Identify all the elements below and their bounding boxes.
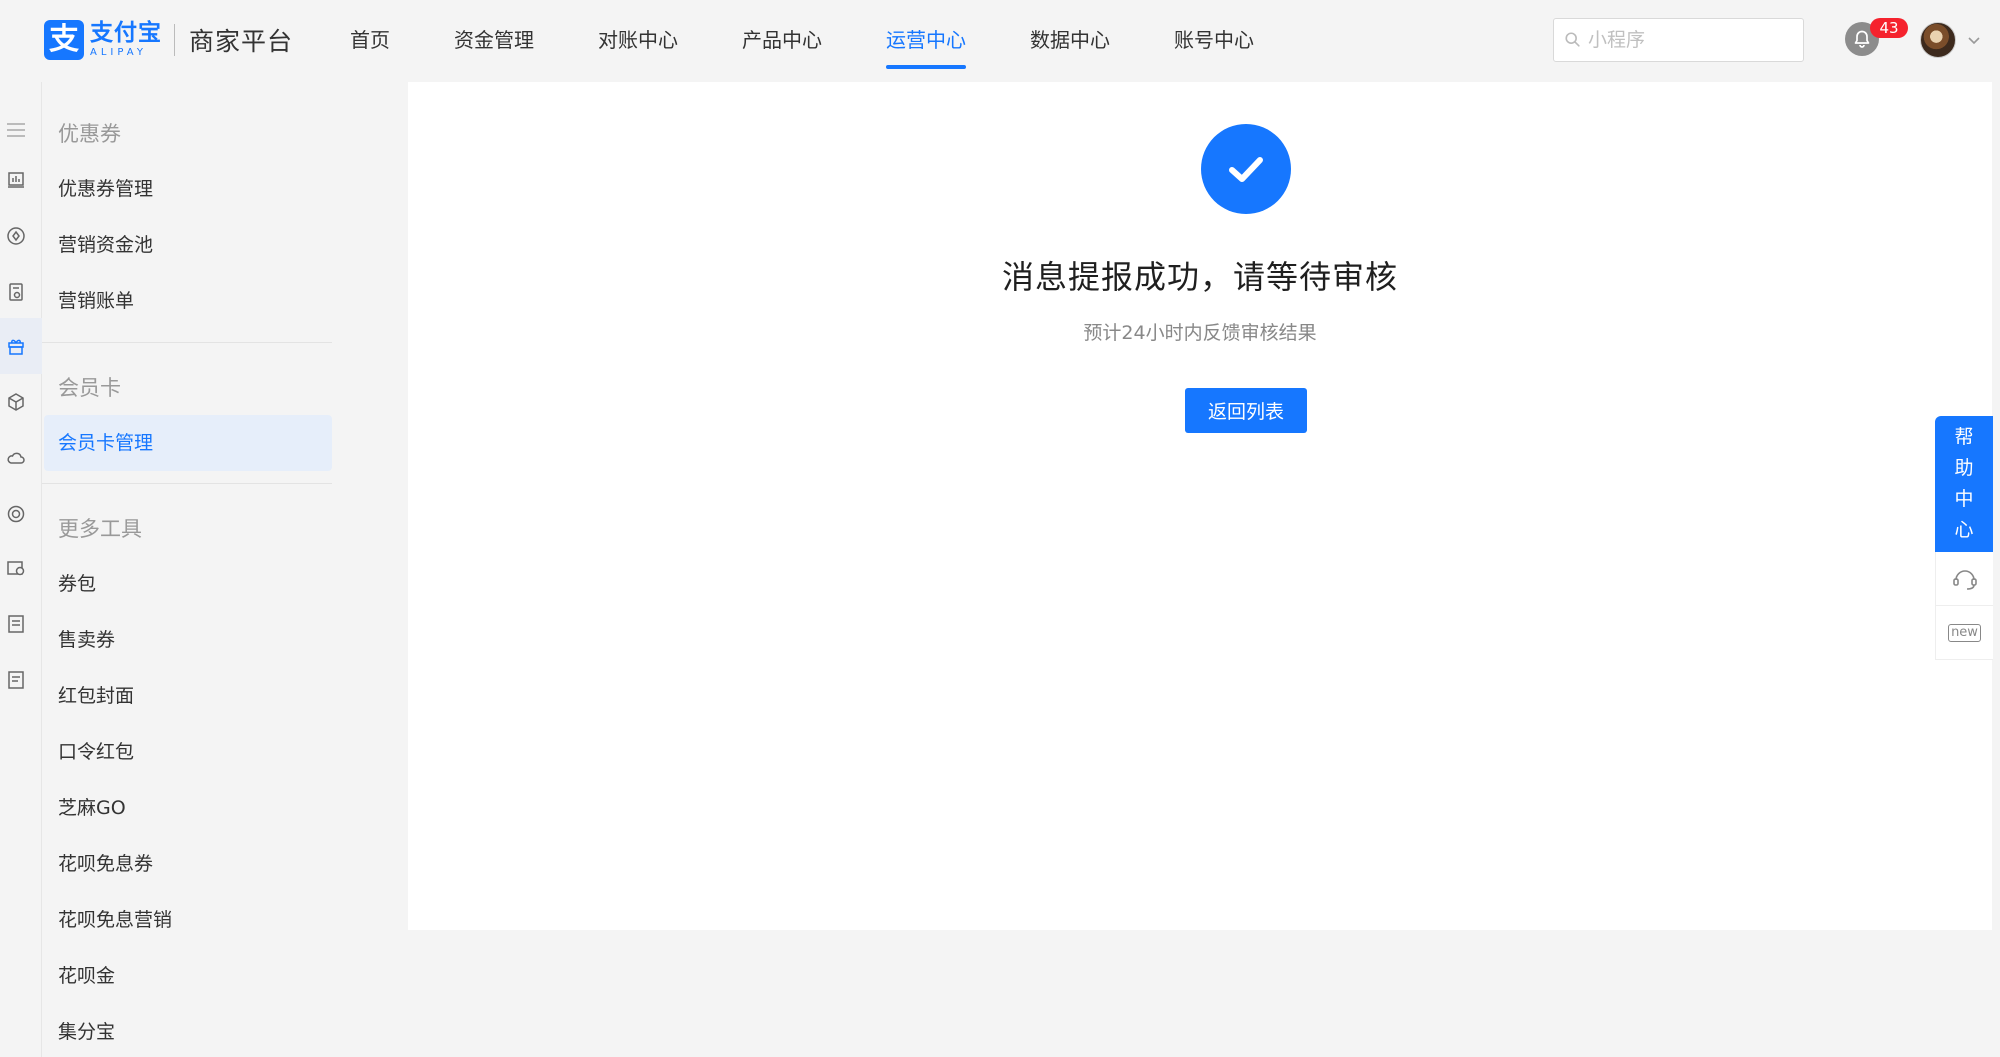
- chevron-down-icon[interactable]: [1966, 32, 1982, 48]
- gift-icon[interactable]: [4, 334, 28, 358]
- help-char: 帮: [1954, 426, 1974, 448]
- target-icon[interactable]: [4, 224, 28, 248]
- list-icon[interactable]: [4, 612, 28, 636]
- search-input[interactable]: [1588, 29, 1788, 51]
- sidebar-item-marketing-fund-pool[interactable]: 营销资金池: [44, 217, 332, 273]
- logo-name-cn: 支付宝: [90, 20, 162, 46]
- help-char: 助: [1954, 457, 1974, 479]
- sidebar-item-sell-coupon[interactable]: 售卖券: [44, 612, 332, 668]
- sidebar-item-coupon-management[interactable]: 优惠券管理: [44, 161, 332, 217]
- cube-icon[interactable]: [4, 390, 28, 414]
- logo-divider: [174, 24, 175, 56]
- nav-tab-operations[interactable]: 运营中心: [886, 0, 966, 82]
- alipay-logo[interactable]: 支 支付宝 ALIPAY 商家平台: [44, 20, 293, 60]
- sidebar-group-title: 更多工具: [58, 517, 142, 541]
- result-subtitle: 预计24小时内反馈审核结果: [1083, 322, 1317, 344]
- sidebar-item-member-card-management[interactable]: 会员卡管理: [44, 415, 332, 471]
- platform-title: 商家平台: [189, 27, 294, 56]
- top-header: 支 支付宝 ALIPAY 商家平台 首页 资金管理 对账中心 产品中心 运营中心 数据中心…: [0, 0, 2000, 82]
- sidebar-item-red-packet-cover[interactable]: 红包封面: [44, 668, 332, 724]
- whats-new-button[interactable]: new: [1935, 606, 1993, 660]
- sidebar-item-coupon-pack[interactable]: 券包: [44, 556, 332, 612]
- nav-tab-fund-management[interactable]: 资金管理: [454, 0, 534, 82]
- alipay-logo-icon: 支: [44, 20, 84, 60]
- sidebar-item-huabei-gold[interactable]: 花呗金: [44, 948, 332, 1004]
- main-content-card: 消息提报成功，请等待审核 预计24小时内反馈审核结果 返回列表: [408, 82, 1992, 930]
- nav-tab-data[interactable]: 数据中心: [1030, 0, 1110, 82]
- result-title: 消息提报成功，请等待审核: [1001, 258, 1398, 296]
- wallet-icon[interactable]: [4, 556, 28, 580]
- logo-wordmark: 支付宝 ALIPAY: [90, 22, 162, 58]
- help-char: 心: [1954, 519, 1974, 541]
- nav-tab-home[interactable]: 首页: [350, 0, 390, 82]
- sidebar-item-password-red-packet[interactable]: 口令红包: [44, 724, 332, 780]
- menu-icon[interactable]: [4, 118, 28, 142]
- success-check-icon: [1201, 124, 1291, 214]
- sidebar-item-marketing-bill[interactable]: 营销账单: [44, 273, 332, 329]
- logo-name-en: ALIPAY: [90, 47, 147, 58]
- notification-badge: 43: [1870, 18, 1908, 38]
- top-navigation: 首页 资金管理 对账中心 产品中心 运营中心 数据中心 账号中心: [350, 0, 1318, 82]
- sidebar-group-title: 会员卡: [58, 376, 121, 400]
- sidebar-item-huabei-interest-free-coupon[interactable]: 花呗免息券: [44, 836, 332, 892]
- headset-icon: [1952, 569, 1977, 590]
- help-center-panel: 帮 助 中 心 new: [1935, 416, 1993, 660]
- search-box[interactable]: [1553, 18, 1804, 62]
- help-char: 中: [1954, 488, 1974, 510]
- customer-service-button[interactable]: [1935, 552, 1993, 606]
- badge-icon[interactable]: [4, 502, 28, 526]
- nav-tab-account[interactable]: 账号中心: [1174, 0, 1254, 82]
- sidebar-item-zhima-go[interactable]: 芝麻GO: [44, 780, 332, 836]
- search-icon: [1565, 32, 1580, 47]
- sidebar-item-jifenbao[interactable]: 集分宝: [44, 1004, 332, 1057]
- icon-rail: [0, 82, 42, 1057]
- document-icon[interactable]: [4, 280, 28, 304]
- nav-tab-products[interactable]: 产品中心: [742, 0, 822, 82]
- nav-tab-reconciliation[interactable]: 对账中心: [598, 0, 678, 82]
- help-center-button[interactable]: 帮 助 中 心: [1935, 416, 1993, 552]
- sidebar-item-huabei-interest-free-marketing[interactable]: 花呗免息营销: [44, 892, 332, 948]
- sidebar-group-title: 优惠券: [58, 122, 121, 146]
- sidebar-divider: [42, 483, 332, 484]
- chart-icon[interactable]: [4, 168, 28, 192]
- cloud-icon[interactable]: [4, 446, 28, 470]
- back-to-list-button[interactable]: 返回列表: [1185, 388, 1307, 433]
- bell-icon: [1854, 30, 1870, 48]
- new-icon: new: [1948, 623, 1981, 642]
- sidebar-divider: [42, 342, 332, 343]
- sidebar: 优惠券 优惠券管理 营销资金池 营销账单 会员卡 会员卡管理 更多工具 券包 售…: [42, 82, 342, 1057]
- user-avatar[interactable]: [1920, 22, 1956, 58]
- notes-icon[interactable]: [4, 668, 28, 692]
